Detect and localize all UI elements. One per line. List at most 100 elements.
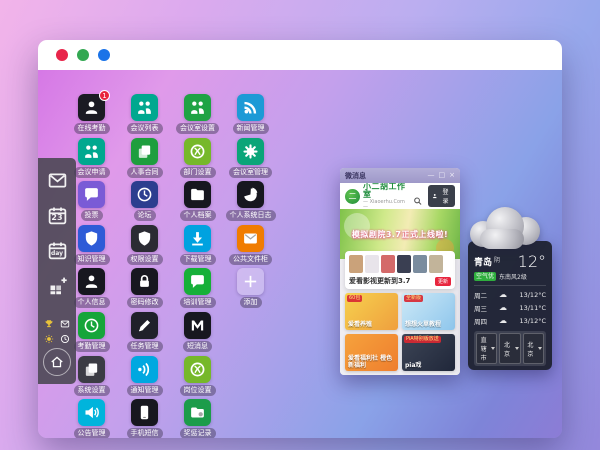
app-item[interactable]: 会议室管理 xyxy=(224,138,277,182)
site-logo[interactable]: 二 xyxy=(345,189,360,204)
lock-icon xyxy=(136,273,153,290)
maximize-window-button[interactable] xyxy=(98,49,110,61)
site-name: 小二胡工作室 xyxy=(363,183,410,199)
feature-tag: 更新 xyxy=(435,277,451,286)
tile-title: 想想火草教程 xyxy=(405,321,452,328)
people-icon xyxy=(136,99,153,116)
app-item[interactable]: 会议列表 xyxy=(118,94,171,138)
app-label: 下载管理 xyxy=(180,254,216,265)
video-thumbnail[interactable] xyxy=(429,255,443,273)
app-item[interactable]: 1在线考勤 xyxy=(65,94,118,138)
site-header: 二 小二胡工作室 — Xiaoerhu.Com — 登录 xyxy=(340,183,460,209)
app-item[interactable]: 权限设置 xyxy=(118,225,171,269)
clock-icon xyxy=(136,186,153,203)
app-item[interactable]: 岗位设置 xyxy=(171,356,224,400)
app-item[interactable]: 考勤管理 xyxy=(65,312,118,356)
mail-icon xyxy=(242,230,259,247)
app-item[interactable]: 论坛 xyxy=(118,181,171,225)
content-tile[interactable]: PiA特别版放送pia戏 xyxy=(402,334,455,371)
app-item[interactable]: 个人信息 xyxy=(65,268,118,312)
app-item[interactable]: 个人档案 xyxy=(171,181,224,225)
minimize-window-button[interactable] xyxy=(77,49,89,61)
region-select[interactable]: 北京 xyxy=(499,333,520,364)
weather-temperature: 12° xyxy=(518,255,546,269)
feature-card[interactable]: 爱看影视更新到3.7 更新 xyxy=(345,251,455,289)
pie-icon xyxy=(242,186,259,203)
messenger-window: 微消息 — □ × 二 小二胡工作室 — Xiaoerhu.Com — xyxy=(340,168,460,375)
app-item[interactable]: 添加 xyxy=(224,268,277,312)
app-item[interactable]: 任务管理 xyxy=(118,312,171,356)
app-label: 在线考勤 xyxy=(74,123,110,134)
app-label: 岗位设置 xyxy=(180,385,216,396)
window-titlebar[interactable] xyxy=(38,40,562,70)
app-item[interactable]: 奖惩记录 xyxy=(171,399,224,438)
window-content: 23 day 1在线考勤会议列表会议室设置新闻管理会议申请人事合同部门设置会议室… xyxy=(38,70,562,438)
tile-badge: PiA特别版放送 xyxy=(404,336,441,343)
app-item[interactable]: 会议室设置 xyxy=(171,94,224,138)
speech-icon xyxy=(83,186,100,203)
app-label: 部门设置 xyxy=(180,167,216,178)
app-item[interactable]: 手机短信 xyxy=(118,399,171,438)
pages-icon xyxy=(83,361,100,378)
app-item[interactable]: 人事合同 xyxy=(118,138,171,182)
video-thumbnail[interactable] xyxy=(413,255,427,273)
chevron-down-icon xyxy=(538,347,542,350)
app-item[interactable]: 新闻管理 xyxy=(224,94,277,138)
login-button[interactable]: 登录 xyxy=(428,185,455,207)
chevron-down-icon xyxy=(515,347,519,350)
messenger-minimize-button[interactable]: — xyxy=(428,168,435,183)
app-item[interactable]: 个人系统日志 xyxy=(224,181,277,225)
app-item[interactable]: 公共文件柜 xyxy=(224,225,277,269)
app-item[interactable]: 培训管理 xyxy=(171,268,224,312)
app-label: 会议列表 xyxy=(127,123,163,134)
content-tile[interactable]: 60包爱看养殖 xyxy=(345,293,398,330)
video-thumbnail[interactable] xyxy=(381,255,395,273)
video-thumbnail[interactable] xyxy=(397,255,411,273)
messenger-maximize-button[interactable]: □ xyxy=(439,168,446,183)
weather-city: 青岛 xyxy=(474,255,492,268)
weather-mini-icon[interactable] xyxy=(44,329,54,339)
tile-title: 爱看福利社 橙色新福利 xyxy=(348,355,395,369)
video-thumbnail[interactable] xyxy=(365,255,379,273)
messenger-close-button[interactable]: × xyxy=(449,168,455,183)
region-select[interactable]: 北京 xyxy=(523,333,544,364)
trophy-mini-icon[interactable] xyxy=(44,314,54,324)
rss-icon xyxy=(242,99,259,116)
messenger-titlebar[interactable]: 微消息 — □ × xyxy=(340,168,460,183)
forecast-day: 周四 xyxy=(474,316,492,326)
app-item[interactable]: 会议申请 xyxy=(65,138,118,182)
forecast-row: 周四☁13/12°C xyxy=(474,314,546,327)
app-label: 考勤管理 xyxy=(74,341,110,352)
person-icon xyxy=(83,273,100,290)
video-thumbnail[interactable] xyxy=(349,255,363,273)
app-item[interactable]: 公告管理 xyxy=(65,399,118,438)
region-select[interactable]: 直辖市 xyxy=(476,333,497,364)
weather-condition: 阴 xyxy=(494,255,500,264)
forecast-temp: 13/12°C xyxy=(514,291,546,299)
app-item[interactable]: 短消息 xyxy=(171,312,224,356)
xbox-icon xyxy=(189,143,206,160)
m-icon xyxy=(189,317,206,334)
close-window-button[interactable] xyxy=(56,49,68,61)
phone-icon xyxy=(136,404,153,421)
site-domain: — Xiaoerhu.Com — xyxy=(363,200,410,210)
chevron-down-icon xyxy=(491,347,495,350)
search-icon[interactable] xyxy=(413,191,422,201)
app-item[interactable]: 通知管理 xyxy=(118,356,171,400)
app-label: 个人信息 xyxy=(74,297,110,308)
cloud-icon: ☁ xyxy=(492,316,514,325)
app-label: 知识管理 xyxy=(74,254,110,265)
app-item[interactable]: 部门设置 xyxy=(171,138,224,182)
app-item[interactable]: 下载管理 xyxy=(171,225,224,269)
app-item[interactable]: 密码修改 xyxy=(118,268,171,312)
app-item[interactable]: 知识管理 xyxy=(65,225,118,269)
content-tile[interactable]: 全新版想想火草教程 xyxy=(402,293,455,330)
pen-icon xyxy=(136,317,153,334)
app-item[interactable]: 系统设置 xyxy=(65,356,118,400)
app-label: 人事合同 xyxy=(127,167,163,178)
app-item[interactable]: 投票 xyxy=(65,181,118,225)
app-label: 添加 xyxy=(240,297,262,308)
app-label: 权限设置 xyxy=(127,254,163,265)
content-tile[interactable]: 爱看福利社 橙色新福利 xyxy=(345,334,398,371)
tile-badge: 全新版 xyxy=(404,295,423,302)
